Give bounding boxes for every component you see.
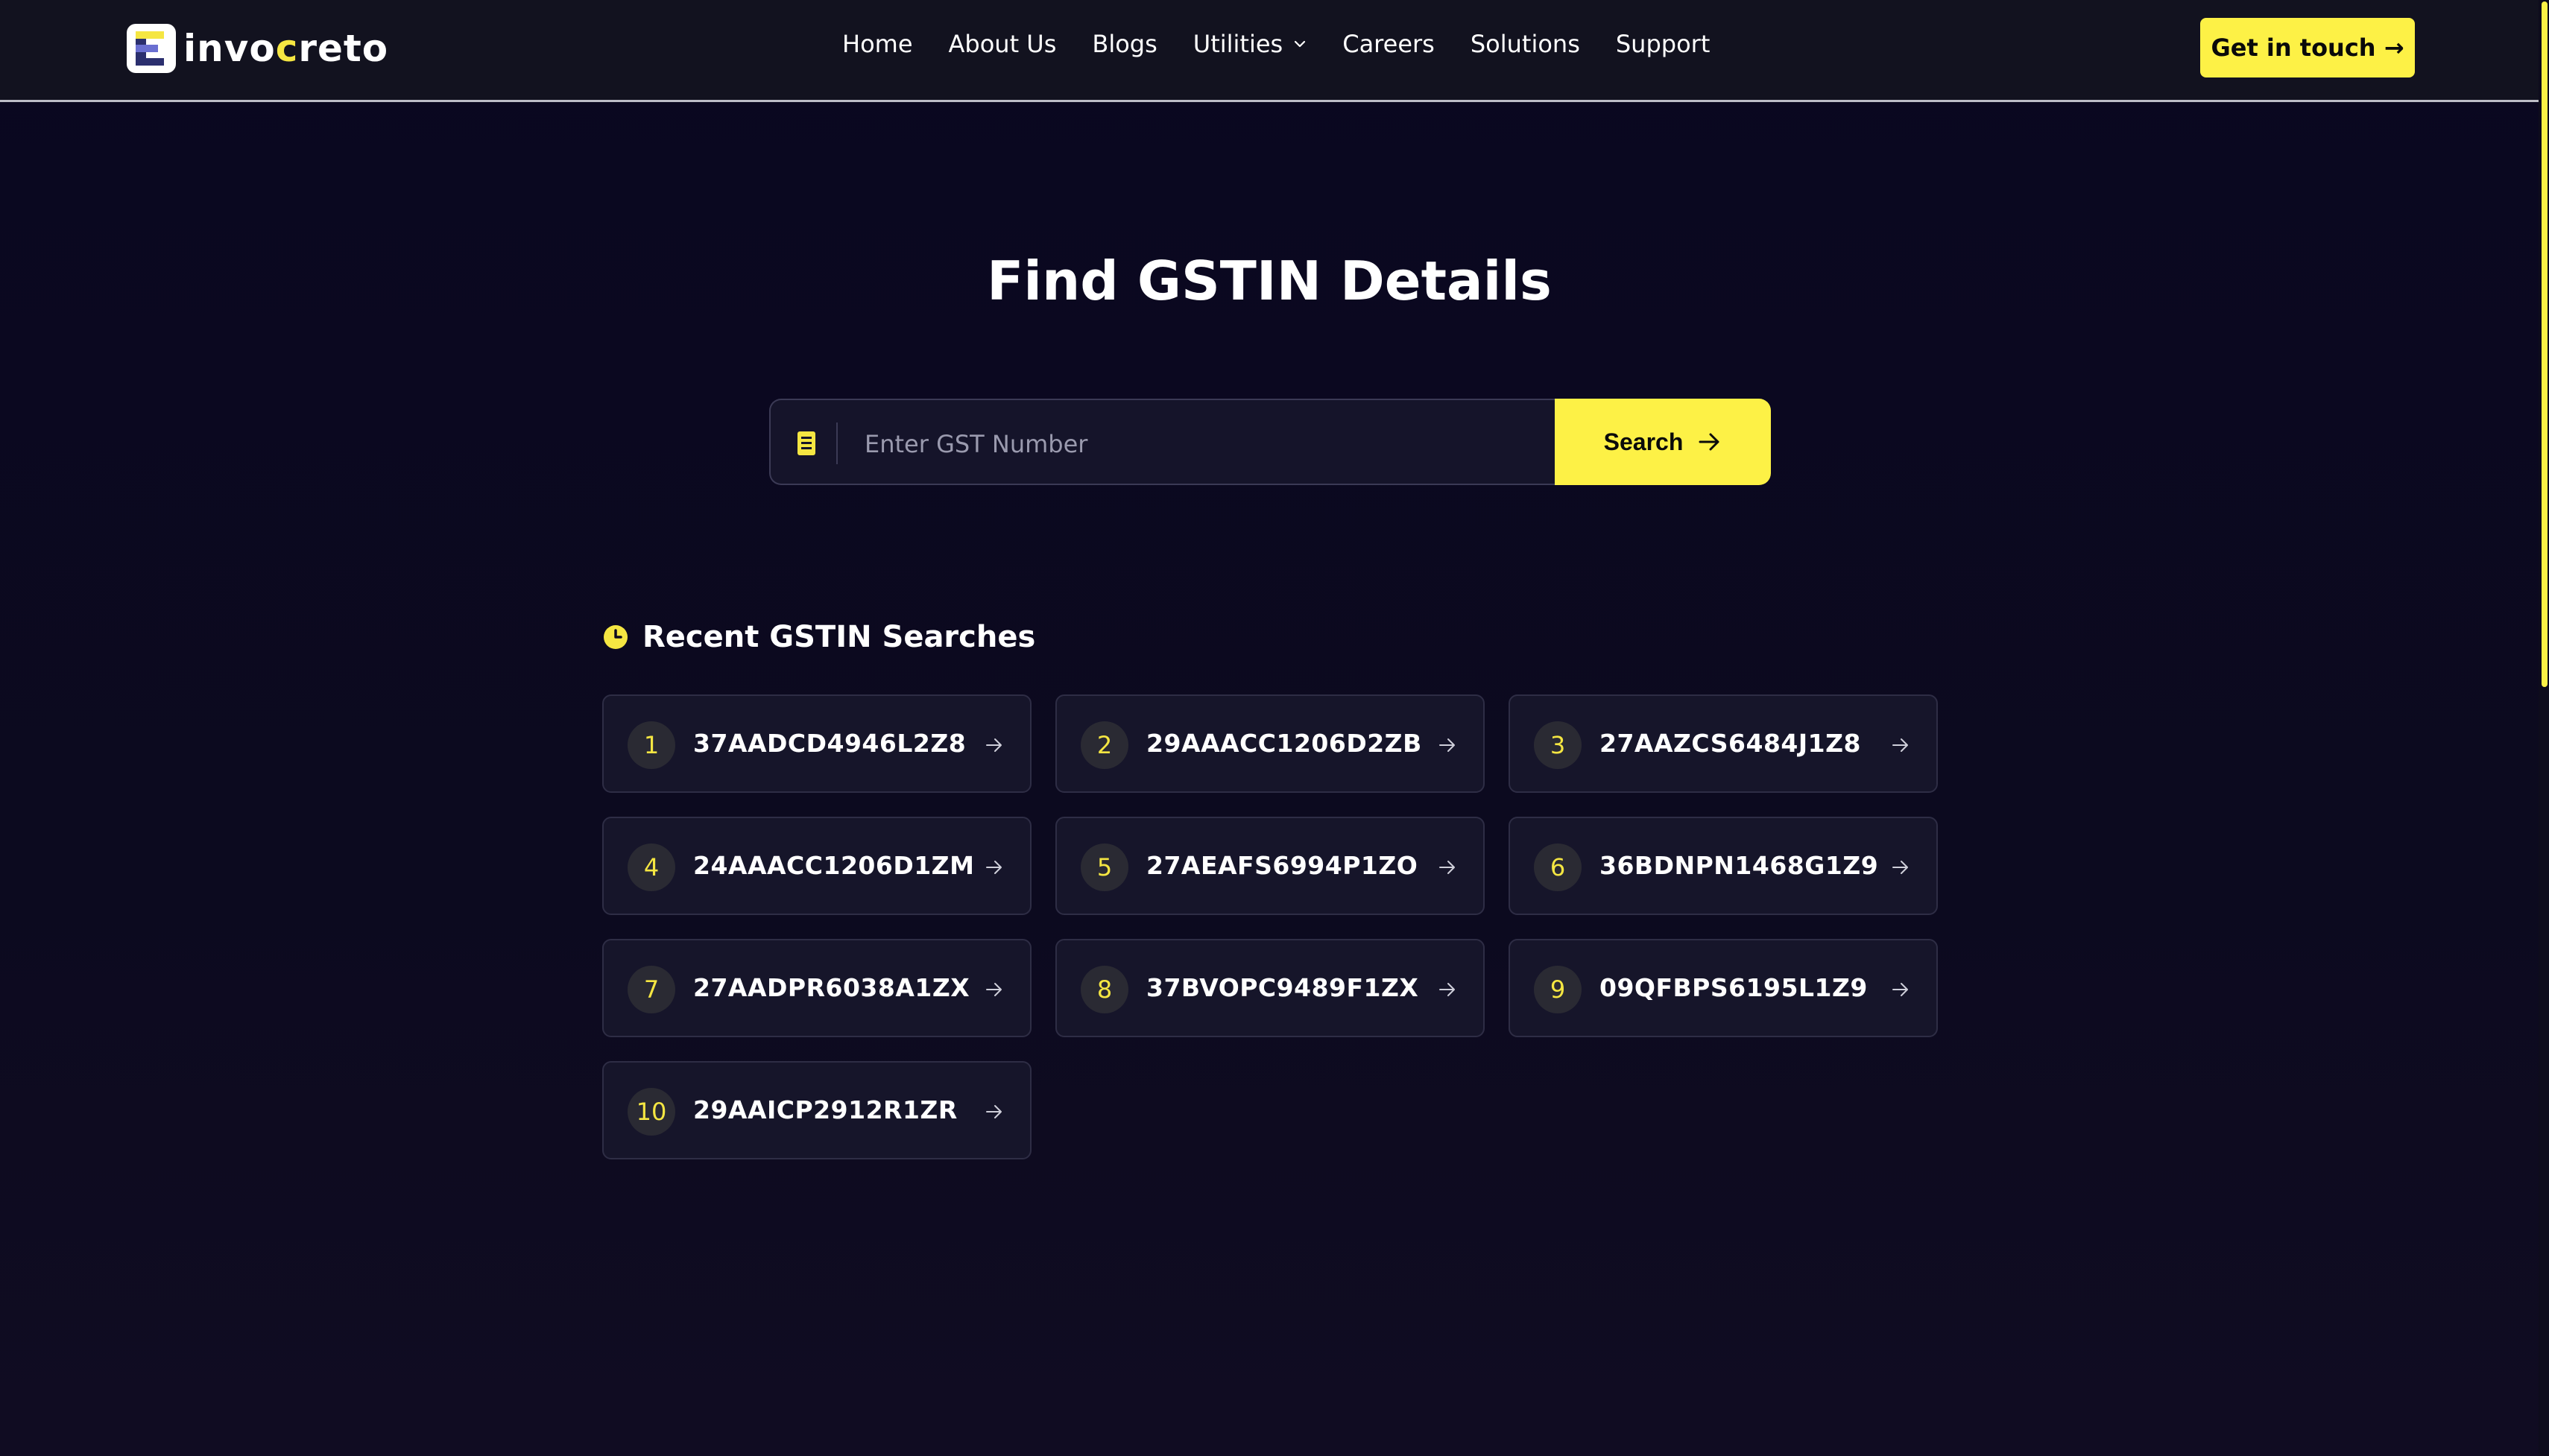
recent-search-card[interactable]: 4 24AAACC1206D1ZM	[602, 817, 1032, 915]
arrow-right-icon	[1892, 738, 1908, 752]
top-navbar: invocreto Home About Us Blogs Utilities …	[0, 0, 2539, 102]
recent-search-card[interactable]: 2 29AAACC1206D2ZB	[1055, 694, 1485, 793]
arrow-right-icon	[986, 861, 1002, 874]
item-number-badge: 3	[1534, 721, 1582, 769]
item-number-badge: 7	[628, 966, 675, 1013]
recent-search-card[interactable]: 3 27AAZCS6484J1Z8	[1509, 694, 1938, 793]
nav-link-careers[interactable]: Careers	[1342, 30, 1435, 58]
logo-text: invocreto	[183, 27, 389, 70]
document-icon	[797, 431, 815, 455]
recent-search-card[interactable]: 6 36BDNPN1468G1Z9	[1509, 817, 1938, 915]
nav-link-label: About Us	[948, 30, 1057, 58]
brand-logo[interactable]: invocreto	[127, 22, 388, 75]
search-separator	[836, 422, 838, 464]
nav-link-label: Support	[1615, 30, 1711, 58]
arrow-right-icon	[1892, 983, 1908, 996]
nav-links: Home About Us Blogs Utilities Careers So…	[842, 30, 1746, 58]
item-number-badge: 4	[628, 843, 675, 891]
gstin-number: 27AADPR6038A1ZX	[693, 973, 970, 1002]
gstin-number: 24AAACC1206D1ZM	[693, 851, 975, 880]
gstin-number: 29AAACC1206D2ZB	[1146, 729, 1422, 758]
arrow-right-icon	[1439, 983, 1455, 996]
item-number-badge: 10	[628, 1088, 675, 1136]
gstin-number: 27AEAFS6994P1ZO	[1146, 851, 1418, 880]
get-in-touch-button[interactable]: Get in touch →	[2200, 18, 2415, 77]
clock-icon	[604, 625, 628, 649]
page-title: Find GSTIN Details	[987, 250, 1552, 312]
recent-search-card[interactable]: 7 27AADPR6038A1ZX	[602, 939, 1032, 1037]
arrow-right-icon	[1699, 433, 1719, 451]
gstin-number: 09QFBPS6195L1Z9	[1599, 973, 1868, 1002]
nav-link-about-us[interactable]: About Us	[949, 30, 1057, 58]
recent-search-card[interactable]: 8 37BVOPC9489F1ZX	[1055, 939, 1485, 1037]
arrow-right-icon	[1439, 738, 1455, 752]
nav-link-label: Home	[842, 30, 913, 58]
search-button[interactable]: Search	[1555, 399, 1771, 485]
recent-searches-title: Recent GSTIN Searches	[642, 620, 1036, 654]
gstin-number: 37AADCD4946L2Z8	[693, 729, 967, 758]
recent-search-card[interactable]: 10 29AAICP2912R1ZR	[602, 1061, 1032, 1159]
recent-search-card[interactable]: 1 37AADCD4946L2Z8	[602, 694, 1032, 793]
gstin-number: 29AAICP2912R1ZR	[693, 1095, 958, 1124]
item-number-badge: 2	[1081, 721, 1128, 769]
nav-link-support[interactable]: Support	[1616, 30, 1711, 58]
nav-link-blogs[interactable]: Blogs	[1092, 30, 1157, 58]
arrow-right-icon	[986, 1105, 1002, 1118]
chevron-down-icon	[1295, 40, 1306, 48]
nav-link-label: Blogs	[1092, 30, 1157, 58]
arrow-right-icon	[986, 983, 1002, 996]
nav-link-utilities[interactable]: Utilities	[1193, 30, 1307, 58]
arrow-right-icon	[1439, 861, 1455, 874]
scrollbar-thumb[interactable]	[2542, 1, 2548, 687]
logo-mark-icon	[127, 24, 176, 73]
nav-link-label: Utilities	[1193, 30, 1283, 58]
gstin-number: 27AAZCS6484J1Z8	[1599, 729, 1862, 758]
item-number-badge: 6	[1534, 843, 1582, 891]
nav-link-home[interactable]: Home	[842, 30, 913, 58]
gstin-number: 36BDNPN1468G1Z9	[1599, 851, 1879, 880]
search-field-container	[769, 399, 1556, 485]
recent-search-card[interactable]: 9 09QFBPS6195L1Z9	[1509, 939, 1938, 1037]
item-number-badge: 8	[1081, 966, 1128, 1013]
search-button-label: Search	[1603, 428, 1684, 455]
recent-search-card[interactable]: 5 27AEAFS6994P1ZO	[1055, 817, 1485, 915]
gst-number-input[interactable]	[863, 422, 1537, 466]
nav-link-label: Careers	[1342, 30, 1435, 58]
gstin-search-form: Search	[769, 399, 1771, 485]
recent-searches-heading: Recent GSTIN Searches	[602, 618, 1035, 656]
nav-link-solutions[interactable]: Solutions	[1471, 30, 1580, 58]
item-number-badge: 9	[1534, 966, 1582, 1013]
arrow-right-icon	[1892, 861, 1908, 874]
item-number-badge: 5	[1081, 843, 1128, 891]
nav-link-label: Solutions	[1470, 30, 1580, 58]
gstin-number: 37BVOPC9489F1ZX	[1146, 973, 1419, 1002]
item-number-badge: 1	[628, 721, 675, 769]
arrow-right-icon	[986, 738, 1002, 752]
